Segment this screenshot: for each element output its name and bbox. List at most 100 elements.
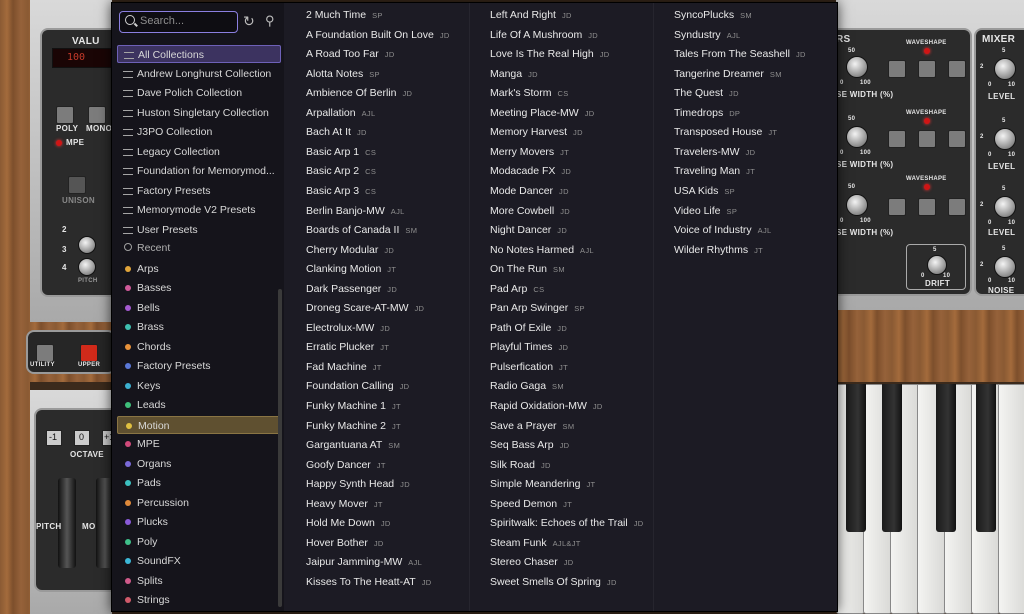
preset-item[interactable]: Timedrops DP bbox=[674, 104, 740, 123]
upper-button[interactable] bbox=[80, 344, 98, 362]
octave-zero-box[interactable]: 0 bbox=[74, 430, 90, 446]
sidebar-scrollbar[interactable] bbox=[278, 289, 282, 607]
preset-item[interactable]: Pulserfication JT bbox=[490, 358, 568, 377]
category-item[interactable]: Factory Presets bbox=[117, 357, 281, 375]
preset-item[interactable]: Funky Machine 1 JT bbox=[306, 397, 401, 416]
preset-item[interactable]: Travelers-MW JD bbox=[674, 143, 755, 162]
collection-item[interactable]: Foundation for Memorymod... bbox=[117, 162, 281, 180]
preset-item[interactable]: 2 Much Time SP bbox=[306, 6, 383, 25]
preset-item[interactable]: Speed Demon JT bbox=[490, 495, 572, 514]
drift-knob[interactable] bbox=[927, 255, 947, 275]
preset-item[interactable]: Wilder Rhythms JT bbox=[674, 241, 763, 260]
preset-item[interactable]: Memory Harvest JD bbox=[490, 123, 583, 142]
preset-item[interactable]: Manga JD bbox=[490, 65, 538, 84]
preset-item[interactable]: Silk Road JD bbox=[490, 456, 551, 475]
preset-item[interactable]: Hold Me Down JD bbox=[306, 514, 391, 533]
preset-item[interactable]: Video Life SP bbox=[674, 202, 737, 221]
preset-item[interactable]: Basic Arp 1 CS bbox=[306, 143, 376, 162]
level-knob-2[interactable] bbox=[994, 128, 1016, 150]
preset-item[interactable]: Seq Bass Arp JD bbox=[490, 436, 569, 455]
category-item[interactable]: Percussion bbox=[117, 494, 281, 512]
preset-item[interactable]: Heavy Mover JT bbox=[306, 495, 383, 514]
pin-icon[interactable]: ⚲ bbox=[265, 12, 275, 30]
wave-square-1[interactable] bbox=[888, 60, 906, 78]
category-item[interactable]: Splits bbox=[117, 572, 281, 590]
preset-item[interactable]: Basic Arp 3 CS bbox=[306, 182, 376, 201]
preset-item[interactable]: Steam Funk AJL&JT bbox=[490, 534, 581, 553]
preset-item[interactable]: Erratic Plucker JT bbox=[306, 338, 389, 357]
search-input[interactable] bbox=[140, 13, 230, 29]
preset-item[interactable]: A Road Too Far JD bbox=[306, 45, 395, 64]
preset-item[interactable]: Droneg Scare-AT-MW JD bbox=[306, 299, 424, 318]
preset-item[interactable]: Playful Times JD bbox=[490, 338, 568, 357]
collection-item[interactable]: Dave Polich Collection bbox=[117, 84, 281, 102]
collection-item[interactable]: Legacy Collection bbox=[117, 143, 281, 161]
preset-item[interactable]: Ambience Of Berlin JD bbox=[306, 84, 412, 103]
preset-item[interactable]: Funky Machine 2 JT bbox=[306, 417, 401, 436]
wave-saw-2[interactable] bbox=[918, 130, 936, 148]
octave-minus-box[interactable]: -1 bbox=[46, 430, 62, 446]
collection-item[interactable]: User Presets bbox=[117, 221, 281, 239]
preset-item[interactable]: Mark's Storm CS bbox=[490, 84, 569, 103]
preset-item[interactable]: Dark Passenger JD bbox=[306, 280, 397, 299]
preset-item[interactable]: The Quest JD bbox=[674, 84, 739, 103]
wave-square-2[interactable] bbox=[888, 130, 906, 148]
preset-item[interactable]: Merry Movers JT bbox=[490, 143, 569, 162]
preset-item[interactable]: Path Of Exile JD bbox=[490, 319, 567, 338]
collection-item[interactable]: Memorymode V2 Presets bbox=[117, 201, 281, 219]
preset-item[interactable]: Life Of A Mushroom JD bbox=[490, 26, 598, 45]
refresh-icon[interactable]: ↻ bbox=[243, 12, 255, 30]
collection-item[interactable]: Andrew Longhurst Collection bbox=[117, 65, 281, 83]
preset-item[interactable]: Alotta Notes SP bbox=[306, 65, 380, 84]
search-box[interactable] bbox=[119, 11, 238, 33]
category-item[interactable]: Plucks bbox=[117, 513, 281, 531]
pulse-width-knob-1[interactable] bbox=[846, 56, 868, 78]
recent-item[interactable]: Recent bbox=[117, 239, 281, 257]
preset-item[interactable]: Syndustry AJL bbox=[674, 26, 741, 45]
category-item[interactable]: Strings bbox=[117, 591, 281, 609]
preset-item[interactable]: Goofy Dancer JT bbox=[306, 456, 386, 475]
pitch-knob[interactable] bbox=[78, 236, 96, 254]
category-item[interactable]: Basses bbox=[117, 279, 281, 297]
unison-button[interactable] bbox=[68, 176, 86, 194]
wave-tri-2[interactable] bbox=[948, 130, 966, 148]
pulse-width-knob-3[interactable] bbox=[846, 194, 868, 216]
wave-square-3[interactable] bbox=[888, 198, 906, 216]
category-item[interactable]: Bells bbox=[117, 299, 281, 317]
preset-item[interactable]: Clanking Motion JT bbox=[306, 260, 396, 279]
wave-tri-3[interactable] bbox=[948, 198, 966, 216]
preset-item[interactable]: Transposed House JT bbox=[674, 123, 777, 142]
preset-item[interactable]: Stereo Chaser JD bbox=[490, 553, 573, 572]
mono-button[interactable] bbox=[88, 106, 106, 124]
preset-item[interactable]: Bach At It JD bbox=[306, 123, 367, 142]
category-item[interactable]: Chords bbox=[117, 338, 281, 356]
noise-knob[interactable] bbox=[994, 256, 1016, 278]
category-item[interactable]: Brass bbox=[117, 318, 281, 336]
preset-item[interactable]: Electrolux-MW JD bbox=[306, 319, 390, 338]
category-item[interactable]: Keys bbox=[117, 377, 281, 395]
preset-item[interactable]: A Foundation Built On Love JD bbox=[306, 26, 450, 45]
wave-saw-1[interactable] bbox=[918, 60, 936, 78]
preset-item[interactable]: Love Is The Real High JD bbox=[490, 45, 609, 64]
category-item[interactable]: Motion bbox=[117, 415, 281, 434]
preset-item[interactable]: Mode Dancer JD bbox=[490, 182, 569, 201]
preset-item[interactable]: More Cowbell JD bbox=[490, 202, 570, 221]
category-item[interactable]: Poly bbox=[117, 533, 281, 551]
white-key[interactable] bbox=[998, 384, 1024, 614]
preset-item[interactable]: Night Dancer JD bbox=[490, 221, 567, 240]
preset-item[interactable]: Cherry Modular JD bbox=[306, 241, 394, 260]
collection-item[interactable]: J3PO Collection bbox=[117, 123, 281, 141]
preset-item[interactable]: No Notes Harmed AJL bbox=[490, 241, 594, 260]
preset-item[interactable]: Tangerine Dreamer SM bbox=[674, 65, 782, 84]
black-key[interactable] bbox=[882, 384, 902, 532]
preset-item[interactable]: Meeting Place-MW JD bbox=[490, 104, 594, 123]
preset-item[interactable]: Sweet Smells Of Spring JD bbox=[490, 573, 617, 592]
black-key[interactable] bbox=[976, 384, 996, 532]
preset-item[interactable]: Pan Arp Swinger SP bbox=[490, 299, 585, 318]
preset-item[interactable]: Voice of Industry AJL bbox=[674, 221, 771, 240]
preset-item[interactable]: Pad Arp CS bbox=[490, 280, 544, 299]
preset-item[interactable]: Foundation Calling JD bbox=[306, 377, 409, 396]
collection-item[interactable]: Huston Singletary Collection bbox=[117, 104, 281, 122]
level-knob-3[interactable] bbox=[994, 196, 1016, 218]
utility-button[interactable] bbox=[36, 344, 54, 362]
